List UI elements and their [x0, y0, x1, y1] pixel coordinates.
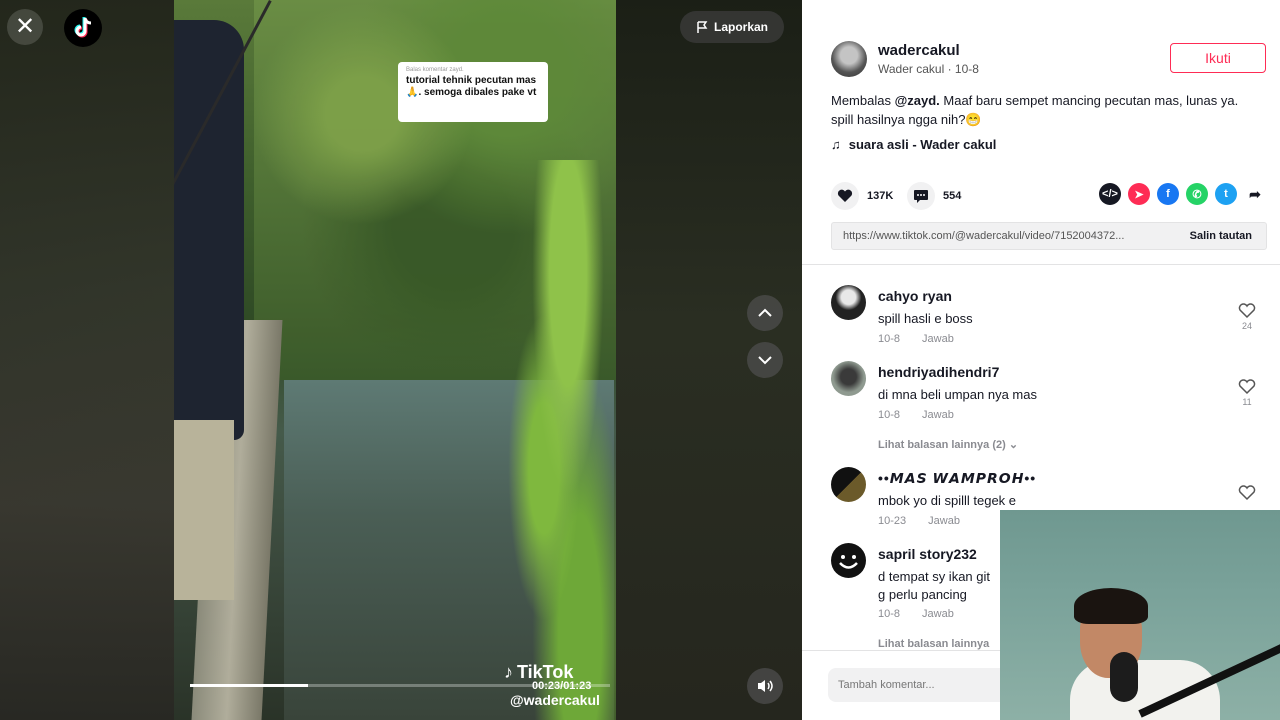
caption-prefix: Membalas [831, 93, 895, 108]
reply-button[interactable]: Jawab [928, 515, 960, 527]
comment-item: cahyo ryan spill hasli e boss 10-8 Jawab … [831, 285, 1261, 355]
blurred-background-left [0, 0, 174, 720]
heart-outline-icon [1238, 379, 1256, 395]
comment-meta: 10-8 Jawab [878, 409, 976, 421]
embed-icon[interactable]: </> [1099, 183, 1121, 205]
comment-author[interactable]: hendriyadihendri7 [878, 364, 999, 380]
comment-avatar[interactable] [831, 543, 866, 578]
reply-button[interactable]: Jawab [922, 409, 954, 421]
microphone [1110, 652, 1138, 702]
like-count: 137K [867, 190, 894, 202]
share-buttons: </> ➤ f ✆ t ➦ [1099, 183, 1266, 205]
volume-button[interactable] [747, 668, 783, 704]
comment-date: 10-8 [878, 333, 901, 345]
video-player-area: Balas komentar zayd. tutorial tehnik pec… [0, 0, 802, 720]
watermark-handle: @wadercakul [510, 692, 600, 708]
video-time: 00:23/01:23 [532, 680, 592, 692]
comment-date: 10-23 [878, 515, 907, 527]
heart-outline-icon [1238, 485, 1256, 501]
whatsapp-icon[interactable]: ✆ [1186, 183, 1208, 205]
reply-card-header: Balas komentar zayd. [406, 67, 464, 73]
comment-date: 10-8 [878, 608, 901, 620]
comment-item: hendriyadihendri7 di mna beli umpan nya … [831, 361, 1261, 431]
video-leaves [496, 160, 616, 720]
chevron-down-icon: ⌄ [1008, 439, 1019, 451]
author-subtitle: Wader cakul · 10-8 [878, 62, 979, 76]
music-note-icon: ♫ [831, 137, 841, 152]
comment-button[interactable] [907, 182, 935, 210]
comment-text: d tempat sy ikan git g perlu pancing [878, 569, 990, 602]
previous-video-button[interactable] [747, 295, 783, 331]
heart-outline-icon [1238, 303, 1256, 319]
like-button[interactable] [831, 182, 859, 210]
author-avatar[interactable] [831, 41, 867, 77]
sound-link[interactable]: ♫ suara asli - Wader cakul [831, 137, 996, 152]
video-caption: Membalas @zayd. Maaf baru sempet mancing… [831, 91, 1261, 129]
flag-icon [697, 21, 708, 33]
comment-avatar[interactable] [831, 285, 866, 320]
copy-link-button[interactable]: Salin tautan [1176, 230, 1266, 242]
comment-like[interactable] [1235, 485, 1259, 503]
video-link-box: https://www.tiktok.com/@wadercakul/video… [831, 222, 1267, 250]
comment-author[interactable]: sapril story232 [878, 546, 977, 562]
reply-button[interactable]: Jawab [922, 333, 954, 345]
view-more-replies[interactable]: Lihat balasan lainnya (2) ⌄ [878, 438, 1018, 451]
comment-like-count: 24 [1241, 321, 1252, 331]
speaker-icon [758, 680, 773, 692]
comment-text: di mna beli umpan nya mas [878, 387, 1037, 402]
reply-card-text: tutorial tehnik pecutan mas🙏. semoga dib… [406, 75, 537, 98]
webcam-overlay [1000, 510, 1280, 720]
comment-author[interactable]: cahyo ryan [878, 288, 952, 304]
reply-button[interactable]: Jawab [922, 608, 954, 620]
comment-avatar[interactable] [831, 467, 866, 502]
video-link-url[interactable]: https://www.tiktok.com/@wadercakul/video… [832, 230, 1176, 242]
caption-mention[interactable]: @zayd. [895, 93, 940, 108]
facebook-icon[interactable]: f [1157, 183, 1179, 205]
comment-like[interactable]: 24 [1235, 303, 1259, 331]
author-name[interactable]: wadercakul [878, 42, 960, 59]
chevron-down-icon [758, 356, 772, 365]
heart-icon [837, 189, 853, 202]
tiktok-watermark-icon: ♪ [504, 662, 513, 682]
video-progress-fill [190, 684, 308, 687]
close-icon: ✕ [14, 13, 36, 40]
close-button[interactable]: ✕ [7, 9, 43, 45]
sound-title: suara asli - Wader cakul [848, 137, 997, 152]
comment-date: 10-8 [878, 409, 901, 421]
tiktok-logo-button[interactable] [64, 9, 102, 47]
send-icon[interactable]: ➤ [1128, 183, 1150, 205]
comment-avatar[interactable] [831, 361, 866, 396]
webcam-person-hair [1074, 588, 1148, 624]
view-more-replies[interactable]: Lihat balasan lainnya [878, 638, 989, 650]
video-frame[interactable] [174, 0, 616, 720]
chevron-up-icon [758, 308, 772, 317]
share-arrow-icon[interactable]: ➦ [1244, 183, 1266, 205]
comment-icon [914, 190, 928, 203]
tiktok-logo-icon [74, 17, 92, 38]
comment-like-count: 11 [1242, 397, 1252, 407]
twitter-icon[interactable]: t [1215, 183, 1237, 205]
comment-text: spill hasli e boss [878, 311, 973, 326]
smiley-icon [839, 555, 858, 569]
comment-text: mbok yo di spilll tegek e [878, 493, 1017, 508]
comment-like[interactable]: 11 [1235, 379, 1259, 407]
video-person [174, 20, 244, 440]
video-person-pants [174, 420, 234, 600]
next-video-button[interactable] [747, 342, 783, 378]
like-stat[interactable]: 137K [831, 182, 893, 210]
view-more-replies-label: Lihat balasan lainnya [878, 638, 990, 650]
panel-divider [802, 264, 1280, 265]
report-label: Laporkan [713, 20, 768, 34]
tiktok-video-page: Balas komentar zayd. tutorial tehnik pec… [0, 0, 1280, 720]
comment-stat[interactable]: 554 [907, 182, 961, 210]
comment-meta: 10-8 Jawab [878, 333, 976, 345]
comment-meta: 10-8 Jawab [878, 608, 976, 620]
comment-count: 554 [943, 190, 962, 202]
report-button[interactable]: Laporkan [680, 11, 784, 43]
comment-meta: 10-23 Jawab [878, 515, 982, 527]
comment-author[interactable]: ••𝙈𝘼𝙎 𝙒𝘼𝙈𝙋𝙍𝙊𝙃•• [878, 470, 1036, 487]
reply-comment-card: Balas komentar zayd. tutorial tehnik pec… [398, 62, 548, 122]
view-more-replies-label: Lihat balasan lainnya (2) [878, 439, 1006, 451]
follow-button[interactable]: Ikuti [1170, 43, 1266, 73]
